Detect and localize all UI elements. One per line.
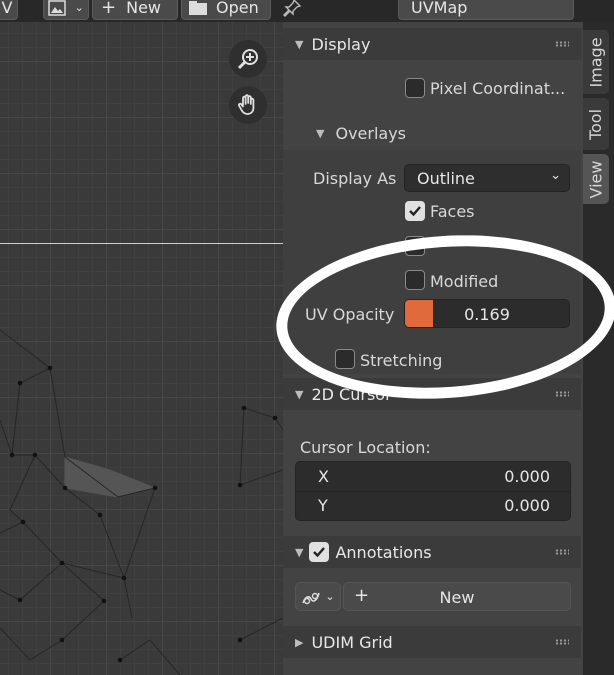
drag-grip-icon[interactable] [555,391,569,397]
modified-label: Modified [430,272,499,291]
tab-view[interactable]: View [583,154,609,204]
checkmark-icon [409,206,421,217]
zoom-button[interactable] [229,40,267,78]
pixel-coordinates-label: Pixel Coordinat... [430,79,566,98]
chevron-down-icon: ⌄ [325,590,335,603]
annotations-title: Annotations [335,542,432,562]
uv-axis-line [0,243,283,244]
checkmark-icon [313,547,326,558]
zoom-icon [237,49,258,70]
hand-icon [238,94,255,115]
y-value: 0.000 [504,496,550,515]
image-icon [48,0,66,16]
udim-title: UDIM Grid [311,632,393,652]
stretching-label: Stretching [360,351,443,370]
expanded-arrow-icon: ▼ [316,126,325,140]
display-as-value: Outline [417,168,475,188]
sidebar-panel: ▼ Display Pixel Coordinat... ▼ Overlays … [283,22,583,675]
cursor-y-field[interactable]: Y 0.000 [296,492,570,521]
tab-view-label: View [586,160,606,198]
uv-editor-viewport[interactable] [0,0,283,675]
uvmap-selector[interactable]: UVMap [398,0,574,20]
header-bar: V ⌄ + New Open UVMap [0,0,614,22]
collapsed-arrow-icon: ▶ [295,635,304,649]
uv-opacity-value: 0.169 [464,305,510,324]
annotations-panel-header[interactable]: ▼ Annotations [283,536,581,568]
stretching-checkbox[interactable] [335,349,355,369]
chevron-down-icon: ⌄ [550,168,561,183]
drag-grip-icon[interactable] [555,639,569,645]
display-panel-header[interactable]: ▼ Display [283,28,581,60]
x-value: 0.000 [504,467,550,486]
x-label: X [318,467,329,486]
sidebar-tabs: Image Tool View [583,22,614,675]
cursor-location-label: Cursor Location: [300,438,431,457]
tab-image-label: Image [586,36,606,88]
new-image-button[interactable]: + New [92,0,178,20]
chevron-down-icon: ⌄ [74,1,84,14]
uv-opacity-label: UV Opacity [305,305,395,324]
new-label: New [126,0,161,17]
image-browse-dropdown[interactable]: ⌄ [43,0,89,20]
cursor-panel-header[interactable]: ▼ 2D Cursor [283,378,581,410]
annotations-checkbox[interactable] [309,542,330,562]
cursor-location-fields: X 0.000 Y 0.000 [295,461,571,521]
pan-button[interactable] [229,86,267,124]
expanded-arrow-icon: ▼ [295,545,304,559]
faces-label: Faces [430,202,475,221]
display-as-label: Display As [313,169,397,188]
cursor-x-field[interactable]: X 0.000 [296,462,570,492]
y-label: Y [318,496,328,515]
overlays-title: Overlays [335,123,407,143]
mode-menu-stub[interactable]: V [0,0,18,20]
new-annotation-button[interactable]: + New [343,582,571,611]
tab-tool-label: Tool [586,108,606,140]
drag-grip-icon[interactable] [555,549,569,555]
faces-checkbox[interactable] [405,201,425,221]
uvmap-label: UVMap [411,0,468,17]
udim-panel-header[interactable]: ▶ UDIM Grid [283,626,581,658]
uv-opacity-slider[interactable]: 0.169 [404,299,570,328]
pin-icon[interactable] [282,0,302,18]
display-as-dropdown[interactable]: Outline ⌄ [404,164,570,192]
tab-image[interactable]: Image [583,30,609,94]
new-annotation-label: New [439,588,475,607]
pixel-coordinates-checkbox[interactable] [405,78,425,98]
expanded-arrow-icon: ▼ [295,37,304,51]
open-label: Open [216,0,259,17]
drag-grip-icon[interactable] [555,41,569,47]
annotation-layer-dropdown[interactable]: ⌄ [295,582,341,611]
mode-stub-label: V [1,0,13,17]
display-title: Display [311,34,371,54]
modified-checkbox[interactable] [405,270,425,290]
plus-icon: + [101,0,117,18]
stroke-icon [302,592,321,604]
expanded-arrow-icon: ▼ [295,387,304,401]
folder-icon [189,0,207,15]
hidden-option-checkbox[interactable] [405,236,425,256]
overlays-subpanel-header[interactable]: ▼ Overlays [283,118,581,148]
open-image-button[interactable]: Open [181,0,271,20]
cursor-title: 2D Cursor [311,384,392,404]
tab-tool[interactable]: Tool [583,98,609,150]
